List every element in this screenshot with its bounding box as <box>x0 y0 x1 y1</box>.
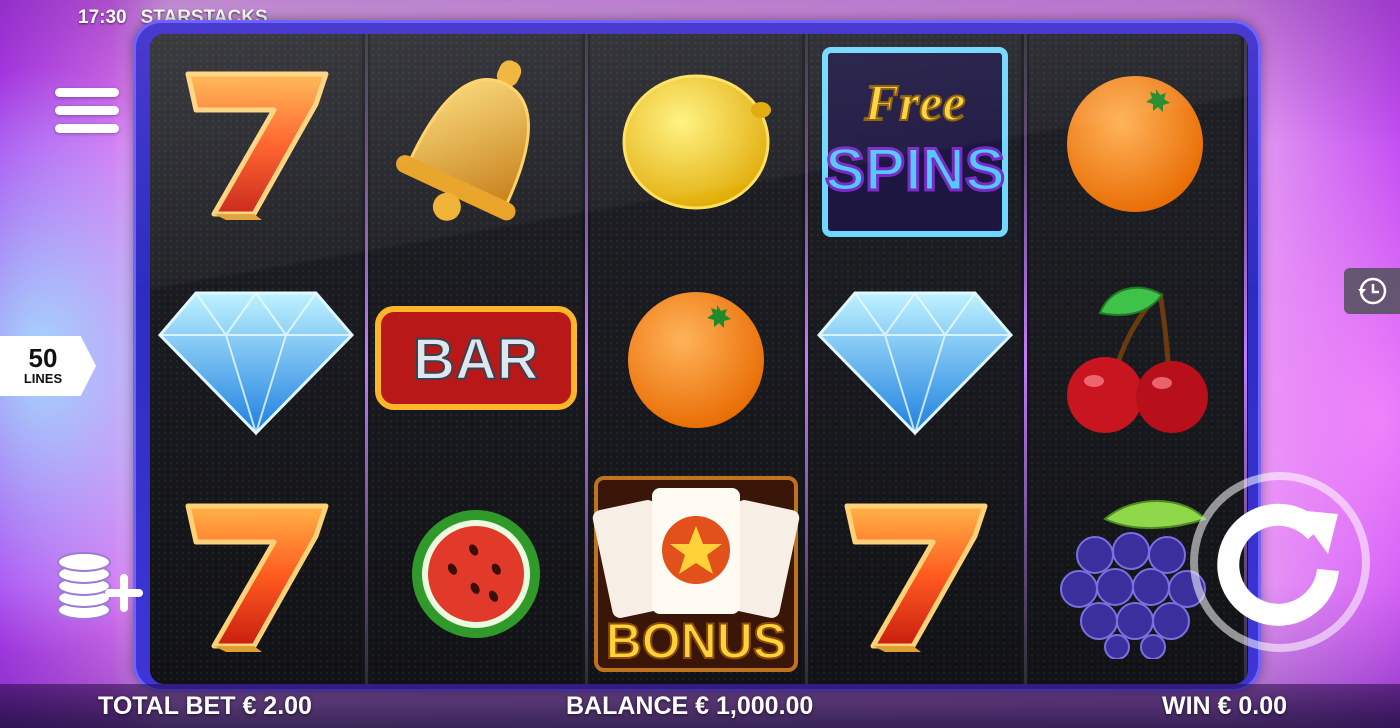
lines-count: 50 <box>28 343 58 373</box>
hamburger-icon-bar <box>55 106 119 115</box>
history-button[interactable] <box>1344 268 1400 314</box>
symbol-seven <box>809 466 1021 682</box>
footer-bar: TOTAL BET € 2.00 BALANCE € 1,000.00 WIN … <box>0 684 1400 728</box>
bet-coins-button[interactable] <box>54 548 146 624</box>
symbol-diamond <box>150 250 362 466</box>
symbol-free-spins: Free SPINS <box>809 34 1021 250</box>
history-clock-icon <box>1358 277 1387 305</box>
symbol-seven <box>150 34 362 250</box>
symbol-orange <box>590 250 802 466</box>
balance-text: BALANCE € 1,000.00 <box>566 692 814 720</box>
free-spins-icon: FreeSPINS <box>822 47 1008 237</box>
lines-selector[interactable]: 50 LINES <box>0 336 96 396</box>
symbol-lemon <box>590 34 802 250</box>
hamburger-icon-bar <box>55 88 119 97</box>
orange-icon <box>628 292 764 428</box>
symbol-watermelon <box>370 466 582 682</box>
diamond-icon <box>816 291 1014 437</box>
menu-button[interactable] <box>55 88 119 144</box>
symbol-bonus: BONUS <box>590 466 802 682</box>
bell-icon <box>396 60 530 221</box>
win-text: WIN € 0.00 <box>1162 692 1288 720</box>
symbol-cherries <box>1029 250 1241 466</box>
symbol-orange <box>1029 34 1241 250</box>
watermelon-icon <box>412 510 540 638</box>
total-bet-text: TOTAL BET € 2.00 <box>98 692 312 720</box>
seven-icon <box>185 71 329 220</box>
coin-stack-plus-icon <box>57 552 143 620</box>
svg-text:Free: Free <box>863 75 965 132</box>
cherries-icon <box>1067 286 1208 433</box>
spin-arrow-icon <box>1190 472 1370 652</box>
seven-icon <box>844 503 988 652</box>
seven-icon <box>185 503 329 652</box>
hamburger-icon-bar <box>55 124 119 133</box>
symbol-diamond <box>809 250 1021 466</box>
svg-text:SPINS: SPINS <box>825 136 1005 203</box>
bar-icon: BAR <box>375 306 577 410</box>
svg-text:BONUS: BONUS <box>606 613 787 669</box>
clock-time: 17:30 <box>78 7 127 28</box>
symbol-bell <box>370 34 582 250</box>
lemon-icon <box>622 74 771 210</box>
bonus-icon: BONUS <box>592 476 800 672</box>
symbol-bar: BAR <box>370 250 582 466</box>
spin-button[interactable] <box>1188 470 1372 654</box>
svg-text:BAR: BAR <box>413 327 539 392</box>
reel-grid: BAR BONUS Free SPINS <box>150 34 1248 684</box>
orange-icon <box>1067 76 1203 212</box>
symbol-seven <box>150 466 362 682</box>
diamond-icon <box>157 291 355 437</box>
lines-label: LINES <box>23 371 63 386</box>
